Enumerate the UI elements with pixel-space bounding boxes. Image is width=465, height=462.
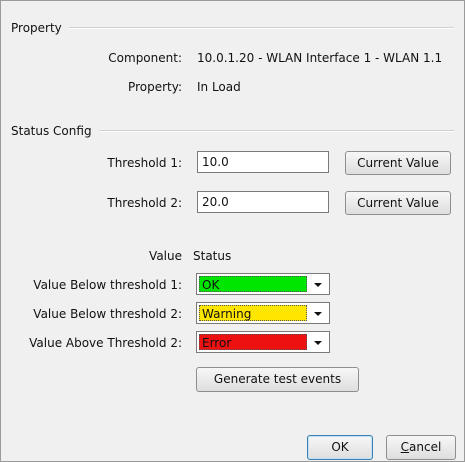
row-above-threshold2-label: Value Above Threshold 2:	[29, 336, 182, 350]
ok-button[interactable]: OK	[307, 435, 373, 460]
row-below-threshold2-label: Value Below threshold 2:	[33, 307, 182, 321]
status-select-value: OK	[202, 278, 220, 292]
status-swatch-warning: Warning	[199, 305, 307, 321]
threshold1-current-value-button[interactable]: Current Value	[345, 151, 451, 175]
status-config-separator	[99, 130, 454, 132]
chevron-down-icon[interactable]	[309, 276, 327, 292]
cancel-rest: ancel	[409, 440, 442, 454]
component-label: Component:	[108, 51, 182, 65]
cancel-button[interactable]: Cancel	[386, 435, 456, 460]
status-column-header: Status	[193, 249, 232, 263]
status-select-below-threshold2[interactable]: Warning	[196, 302, 330, 324]
property-section-title: Property	[11, 21, 62, 35]
row-below-threshold1-label: Value Below threshold 1:	[33, 278, 182, 292]
chevron-down-icon[interactable]	[309, 305, 327, 321]
cancel-mnemonic: C	[400, 440, 410, 454]
generate-test-events-button[interactable]: Generate test events	[196, 367, 359, 392]
status-select-below-threshold1[interactable]: OK	[196, 273, 330, 295]
property-value: In Load	[197, 80, 241, 94]
chevron-down-icon[interactable]	[309, 334, 327, 350]
status-config-dialog: Property Component: 10.0.1.20 - WLAN Int…	[0, 0, 465, 462]
property-separator	[69, 27, 454, 29]
status-select-above-threshold2[interactable]: Error	[196, 331, 330, 353]
threshold2-input[interactable]	[197, 191, 329, 213]
threshold2-label: Threshold 2:	[107, 196, 182, 210]
status-select-value: Error	[202, 336, 232, 350]
threshold2-current-value-button[interactable]: Current Value	[345, 191, 451, 215]
status-swatch-ok: OK	[199, 276, 307, 292]
status-config-section-title: Status Config	[11, 124, 92, 138]
status-select-value: Warning	[202, 307, 252, 321]
threshold1-input[interactable]	[197, 151, 329, 173]
property-label: Property:	[128, 80, 182, 94]
value-column-header: Value	[149, 249, 182, 263]
status-swatch-error: Error	[199, 334, 307, 350]
threshold1-label: Threshold 1:	[107, 156, 182, 170]
component-value: 10.0.1.20 - WLAN Interface 1 - WLAN 1.1	[197, 51, 443, 65]
